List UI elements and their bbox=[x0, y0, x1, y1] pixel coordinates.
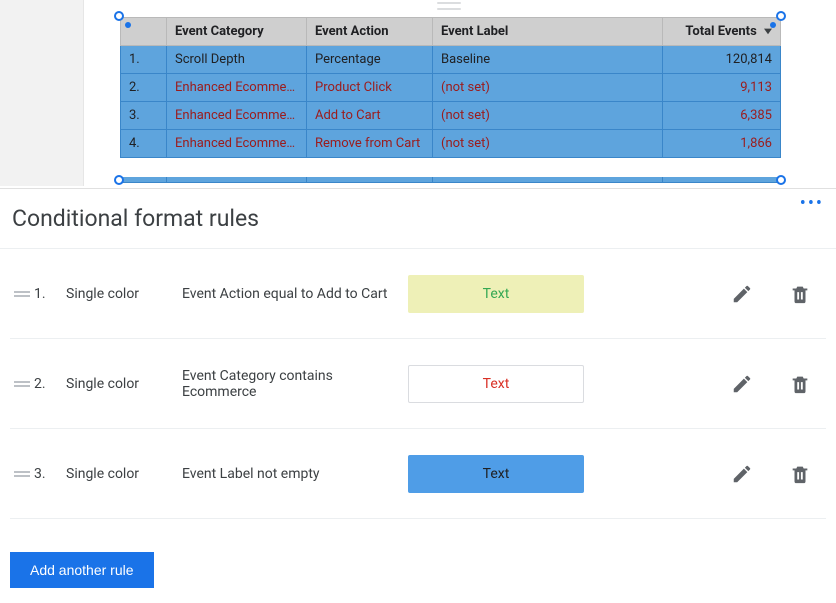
cell-category: Enhanced Ecommerce bbox=[167, 130, 307, 158]
data-table-overflow: 5. Enhanced Ecommerce Quickview Click An… bbox=[120, 177, 780, 186]
delete-rule-button[interactable] bbox=[788, 462, 812, 486]
row-index: 1. bbox=[121, 46, 167, 74]
format-rule[interactable]: 2. Single color Event Category contains … bbox=[10, 339, 826, 429]
rule-preview: Text bbox=[408, 365, 584, 403]
column-header-total[interactable]: Total Events bbox=[663, 18, 781, 46]
rule-type: Single color bbox=[66, 376, 182, 392]
selection-handle-top-right[interactable] bbox=[776, 11, 786, 21]
cell-label: (not set) bbox=[433, 130, 663, 158]
cell-total: 120,814 bbox=[663, 46, 781, 74]
selection-handle-bottom-left[interactable] bbox=[114, 175, 124, 185]
cell-label: Baseline bbox=[433, 46, 663, 74]
cell-action: Product Click bbox=[307, 74, 433, 102]
rule-description: Event Category contains Ecommerce bbox=[182, 368, 408, 400]
cell-total: 6,385 bbox=[663, 102, 781, 130]
rule-description: Event Action equal to Add to Cart bbox=[182, 286, 408, 302]
cell-label: (not set) bbox=[433, 102, 663, 130]
table-header-row: Event Category Event Action Event Label … bbox=[121, 18, 781, 46]
trash-icon bbox=[789, 373, 811, 395]
rule-type: Single color bbox=[66, 286, 182, 302]
trash-icon bbox=[789, 283, 811, 305]
table-row[interactable]: 2. Enhanced Ecommerce Product Click (not… bbox=[121, 74, 781, 102]
format-rule[interactable]: 1. Single color Event Action equal to Ad… bbox=[10, 249, 826, 339]
drag-handle-icon[interactable] bbox=[10, 381, 34, 387]
add-rule-button[interactable]: Add another rule bbox=[10, 552, 154, 588]
conditional-format-panel: ••• Conditional format rules 1. Single c… bbox=[0, 188, 836, 603]
selection-handle-top-left[interactable] bbox=[114, 11, 124, 21]
table-row[interactable]: 5. Enhanced Ecommerce Quickview Click An… bbox=[121, 177, 781, 183]
cell-category: Scroll Depth bbox=[167, 46, 307, 74]
cell-action: Add to Cart bbox=[307, 102, 433, 130]
rule-description: Event Label not empty bbox=[182, 466, 408, 482]
selection-handle-bottom-right[interactable] bbox=[776, 175, 786, 185]
pencil-icon bbox=[731, 373, 753, 395]
rule-type: Single color bbox=[66, 466, 182, 482]
cell-action: Remove from Cart bbox=[307, 130, 433, 158]
column-header-index[interactable] bbox=[121, 18, 167, 46]
row-index: 3. bbox=[121, 102, 167, 130]
panel-title: Conditional format rules bbox=[0, 189, 836, 249]
selection-dot-icon bbox=[770, 22, 776, 28]
pencil-icon bbox=[731, 463, 753, 485]
cell-category: Enhanced Ecommerce bbox=[167, 74, 307, 102]
more-options-icon[interactable]: ••• bbox=[800, 193, 824, 214]
delete-rule-button[interactable] bbox=[788, 282, 812, 306]
drag-handle-icon[interactable] bbox=[10, 471, 34, 477]
column-header-label[interactable]: Event Label bbox=[433, 18, 663, 46]
edit-rule-button[interactable] bbox=[730, 282, 754, 306]
format-rule[interactable]: 3. Single color Event Label not empty Te… bbox=[10, 429, 826, 519]
column-header-action[interactable]: Event Action bbox=[307, 18, 433, 46]
pencil-icon bbox=[731, 283, 753, 305]
rule-preview: Text bbox=[408, 275, 584, 313]
table-row[interactable]: 1. Scroll Depth Percentage Baseline 120,… bbox=[121, 46, 781, 74]
selection-dot-icon bbox=[125, 22, 131, 28]
delete-rule-button[interactable] bbox=[788, 372, 812, 396]
rule-number: 1. bbox=[34, 286, 66, 302]
rule-number: 2. bbox=[34, 376, 66, 392]
trash-icon bbox=[789, 463, 811, 485]
edit-rule-button[interactable] bbox=[730, 372, 754, 396]
column-header-category[interactable]: Event Category bbox=[167, 18, 307, 46]
table-row[interactable]: 4. Enhanced Ecommerce Remove from Cart (… bbox=[121, 130, 781, 158]
cell-action: Percentage bbox=[307, 46, 433, 74]
row-index: 2. bbox=[121, 74, 167, 102]
table-row[interactable]: 3. Enhanced Ecommerce Add to Cart (not s… bbox=[121, 102, 781, 130]
cell-label: (not set) bbox=[433, 74, 663, 102]
rule-preview: Text bbox=[408, 455, 584, 493]
edit-rule-button[interactable] bbox=[730, 462, 754, 486]
data-table[interactable]: Event Category Event Action Event Label … bbox=[120, 17, 780, 158]
drag-handle-icon[interactable] bbox=[10, 291, 34, 297]
drag-handle-icon[interactable] bbox=[437, 2, 461, 10]
row-index: 4. bbox=[121, 130, 167, 158]
cell-total: 9,113 bbox=[663, 74, 781, 102]
rule-number: 3. bbox=[34, 466, 66, 482]
cell-category: Enhanced Ecommerce bbox=[167, 102, 307, 130]
cell-total: 1,866 bbox=[663, 130, 781, 158]
